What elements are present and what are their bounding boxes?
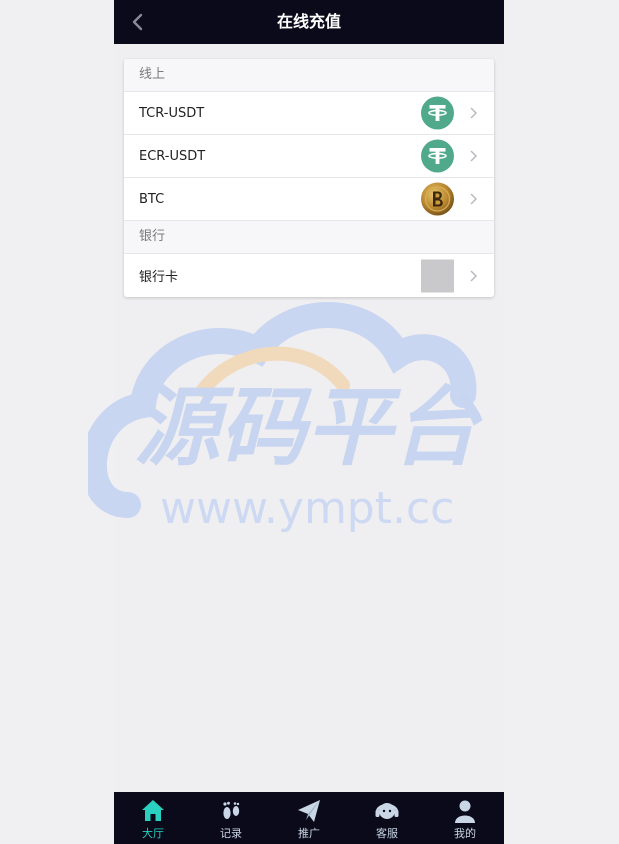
watermark-text: 源码平台: [134, 378, 483, 478]
chevron-right-icon: [470, 270, 477, 281]
payment-item-label: ECR-USDT: [139, 148, 206, 164]
tab-lobby[interactable]: 大厅: [114, 792, 192, 844]
payment-methods-card: 线上 TCR-USDT ECR-USDT BTC 银行 银行卡: [124, 59, 494, 297]
watermark-logo: 源码平台 www.ympt.cc: [88, 302, 483, 534]
tab-label: 记录: [220, 827, 242, 840]
payment-item-label: BTC: [139, 191, 165, 207]
bank-card-thumbnail: [421, 259, 454, 292]
headset-icon: [375, 803, 399, 819]
watermark-url: www.ympt.cc: [160, 483, 454, 534]
app-screen: 在线充值 源码平台 www.ympt.cc 线上 TCR-USDT ECR-US…: [88, 0, 504, 844]
footprint-icon: [223, 801, 240, 819]
tab-profile[interactable]: 我的: [426, 792, 504, 844]
tab-label: 大厅: [142, 827, 164, 840]
tab-promote[interactable]: 推广: [270, 792, 348, 844]
page-title: 在线充值: [276, 12, 341, 31]
payment-item-btc[interactable]: BTC: [124, 178, 494, 221]
payment-item-label: TCR-USDT: [139, 105, 205, 121]
payment-item-ecr-usdt[interactable]: ECR-USDT: [124, 135, 494, 178]
tether-icon: [421, 139, 454, 173]
payment-item-label: 银行卡: [139, 270, 179, 285]
chevron-right-icon: [470, 193, 477, 205]
tab-label: 推广: [298, 827, 320, 840]
tab-label: 我的: [454, 827, 476, 840]
bottom-tab-bar: 大厅 记录 推广 客服 我的: [114, 792, 504, 844]
tab-customer-service[interactable]: 客服: [348, 792, 426, 844]
tether-icon: [421, 96, 454, 130]
bitcoin-coin-icon: [421, 182, 454, 216]
top-header: 在线充值: [114, 0, 504, 44]
home-icon: [142, 800, 164, 821]
section-header-bank: 银行: [124, 221, 494, 254]
paper-plane-icon: [298, 800, 320, 822]
user-icon: [455, 800, 475, 823]
section-header-online: 线上: [124, 59, 494, 92]
payment-item-bank-card[interactable]: 银行卡: [124, 254, 494, 297]
tab-label: 客服: [376, 827, 398, 840]
chevron-right-icon: [470, 107, 477, 119]
chevron-right-icon: [470, 150, 477, 162]
payment-item-tcr-usdt[interactable]: TCR-USDT: [124, 92, 494, 135]
tab-records[interactable]: 记录: [192, 792, 270, 844]
